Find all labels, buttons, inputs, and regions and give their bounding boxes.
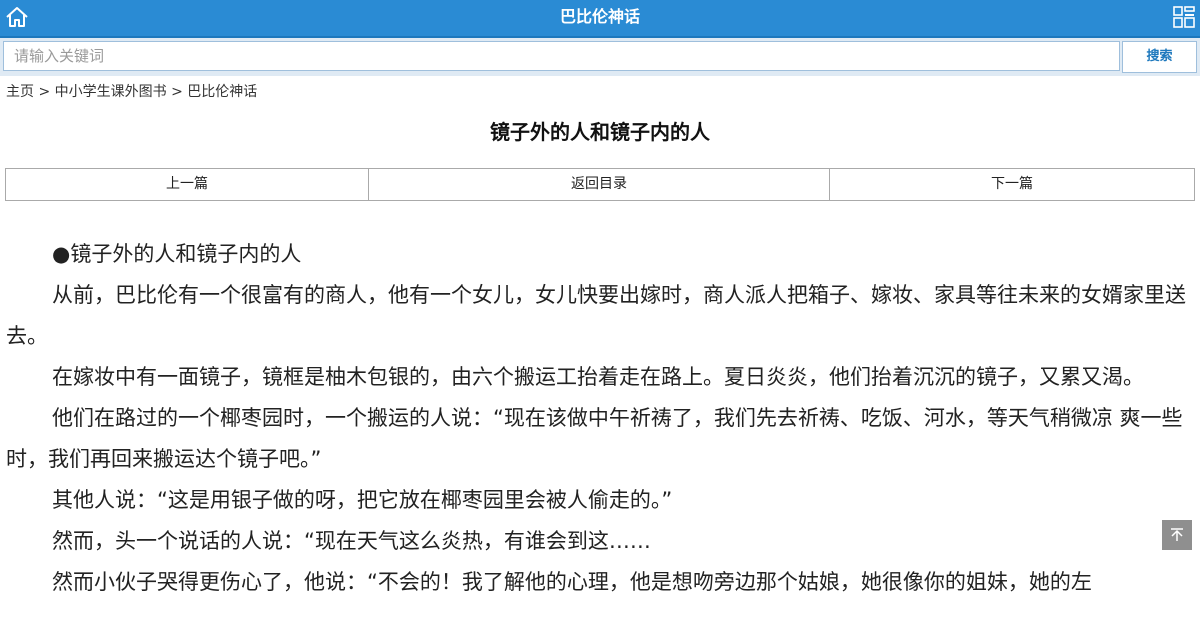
article-paragraph: 他们在路过的一个椰枣园时，一个搬运的人说：“现在该做中午祈祷了，我们先去祈祷、吃… [6, 406, 1183, 471]
grid-menu-icon[interactable] [1173, 6, 1195, 28]
article-content: ●镜子外的人和镜子内的人 从前，巴比伦有一个很富有的商人，他有一个女儿，女儿快要… [6, 234, 1194, 603]
article-paragraph: 其他人说：“这是用银子做的呀，把它放在椰枣园里会被人偷走的。” [52, 488, 673, 512]
article-paragraph: ●镜子外的人和镜子内的人 [52, 242, 302, 266]
top-bar: 巴比伦神话 [0, 0, 1200, 38]
site-title: 巴比伦神话 [559, 7, 640, 26]
next-article-button[interactable]: 下一篇 [830, 168, 1195, 201]
prev-article-button[interactable]: 上一篇 [5, 168, 369, 201]
article-pager: 上一篇 返回目录 下一篇 [5, 168, 1195, 201]
breadcrumb-separator: > [38, 84, 51, 100]
back-to-top-icon [1171, 528, 1183, 541]
article-paragraph: 在嫁妆中有一面镜子，镜框是柚木包银的，由六个搬运工抬着走在路上。夏日炎炎，他们抬… [52, 365, 1144, 389]
search-bar: 搜索 [0, 38, 1200, 76]
back-to-top-button[interactable] [1162, 520, 1192, 550]
article-paragraph: 从前，巴比伦有一个很富有的商人，他有一个女儿，女儿快要出嫁时，商人派人把箱子、嫁… [6, 283, 1186, 348]
breadcrumb-book[interactable]: 巴比伦神话 [187, 84, 257, 100]
breadcrumb-category[interactable]: 中小学生课外图书 [55, 84, 167, 100]
article-title: 镜子外的人和镜子内的人 [490, 120, 710, 144]
search-button[interactable]: 搜索 [1122, 41, 1197, 73]
search-input[interactable] [3, 41, 1120, 71]
article-paragraph: 然而，头一个说话的人说：“现在天气这么炎热，有谁会到这…… [52, 529, 651, 553]
breadcrumb-home[interactable]: 主页 [6, 84, 34, 100]
article-paragraph: 然而小伙子哭得更伤心了，他说：“不会的！我了解他的心理，他是想吻旁边那个姑娘，她… [52, 570, 1092, 594]
breadcrumb: 主页 > 中小学生课外图书 > 巴比伦神话 [6, 82, 257, 102]
back-to-toc-button[interactable]: 返回目录 [369, 168, 830, 201]
breadcrumb-separator: > [171, 84, 183, 100]
